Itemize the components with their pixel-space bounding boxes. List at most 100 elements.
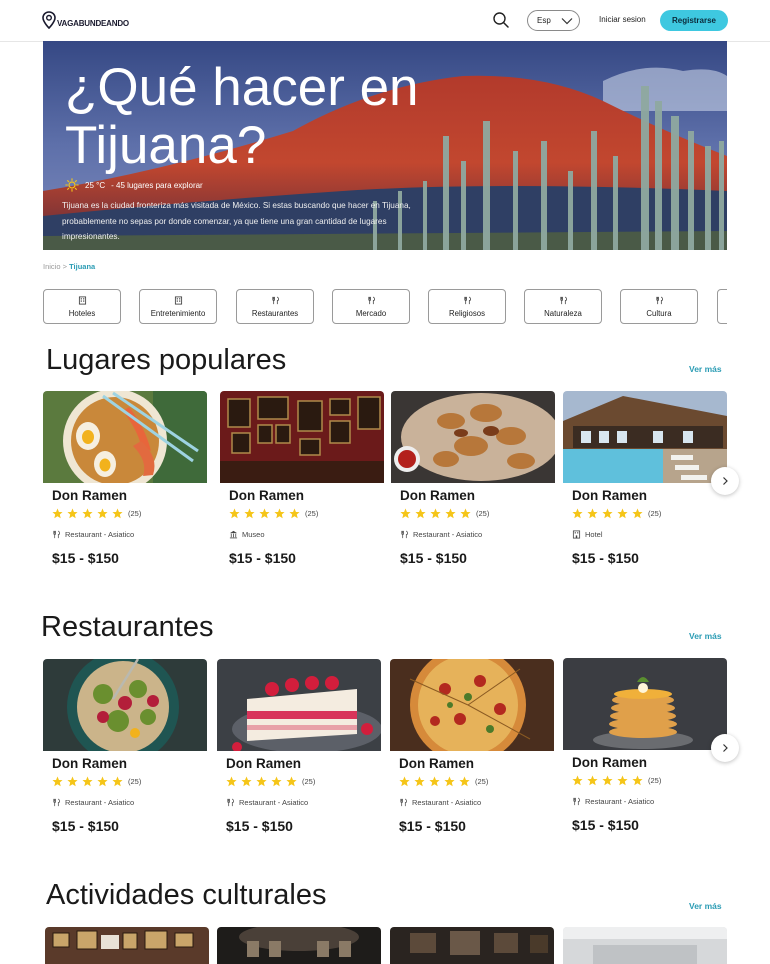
star-icon [572, 508, 583, 519]
cultural-see-more-link[interactable]: Ver más [689, 901, 722, 911]
place-name: Don Ramen [52, 488, 128, 503]
place-card[interactable]: Don Ramen (25) Restaurant - Asiatico $15… [391, 391, 555, 581]
star-icon [97, 776, 108, 787]
price-range: $15 - $150 [229, 550, 296, 566]
star-icon [632, 508, 643, 519]
logo[interactable]: VAGABUNDEANDO [42, 11, 129, 29]
hero-banner: ¿Qué hacer en Tijuana? 25 °C - 45 lugare… [43, 41, 727, 250]
pizza-image [390, 659, 554, 751]
chevron-right-icon [723, 744, 728, 752]
star-icon [112, 776, 123, 787]
place-card[interactable]: Don Ramen (25) Museo $15 - $150 [220, 391, 384, 581]
restaurant-card[interactable]: Don Ramen (25) Restaurant - Asiatico $15… [563, 658, 727, 848]
place-name: Don Ramen [400, 488, 476, 503]
category-religiosos[interactable]: Religiosos [428, 289, 506, 324]
cultural-card-image[interactable] [390, 927, 554, 964]
cake-slice-image [217, 659, 381, 751]
fork-knife-icon [271, 296, 279, 304]
category-restaurantes[interactable]: Restaurantes [236, 289, 314, 324]
hero-meta: 25 °C - 45 lugares para explorar [65, 178, 203, 192]
star-icon [82, 508, 93, 519]
fork-knife-icon [655, 296, 663, 304]
register-button[interactable]: Registrarse [660, 10, 728, 31]
restaurant-type: Restaurant - Asiatico [226, 798, 308, 807]
category-naturaleza[interactable]: Naturaleza [524, 289, 602, 324]
fork-knife-icon [401, 530, 409, 539]
star-icon [226, 776, 237, 787]
star-rating: (25) [400, 508, 489, 519]
cultural-card-image[interactable] [45, 927, 209, 964]
fork-knife-icon [559, 296, 567, 304]
star-icon [587, 775, 598, 786]
place-type-label: Restaurant - Asiatico [413, 530, 483, 539]
breadcrumb: Inicio > Tijuana [43, 262, 95, 271]
star-icon [52, 508, 63, 519]
breadcrumb-current: Tijuana [69, 262, 96, 271]
review-count: (25) [128, 509, 142, 518]
place-card[interactable]: Don Ramen (25) Hotel $15 - $150 [563, 391, 727, 581]
restaurant-card[interactable]: Don Ramen (25) Restaurant - Asiatico $15… [217, 659, 381, 849]
popular-see-more-link[interactable]: Ver más [689, 364, 722, 374]
price-range: $15 - $150 [226, 818, 293, 834]
restaurants-see-more-link[interactable]: Ver más [689, 631, 722, 641]
top-navbar: VAGABUNDEANDO Esp Iniciar sesion Registr… [0, 0, 770, 42]
star-icon [271, 776, 282, 787]
breadcrumb-home[interactable]: Inicio [43, 262, 61, 271]
star-icon [415, 508, 426, 519]
star-icon [617, 508, 628, 519]
star-rating: (25) [572, 508, 661, 519]
star-icon [572, 775, 583, 786]
price-range: $15 - $150 [572, 817, 639, 833]
breadcrumb-separator: > [62, 262, 67, 271]
star-icon [67, 508, 78, 519]
login-link[interactable]: Iniciar sesion [599, 15, 646, 24]
language-select[interactable]: Esp [527, 10, 580, 31]
place-type-label: Restaurant - Asiatico [65, 530, 135, 539]
restaurant-card[interactable]: Don Ramen (25) Restaurant - Asiatico $15… [43, 659, 207, 849]
place-card[interactable]: Don Ramen (25) Restaurant - Asiatico $15… [43, 391, 207, 581]
star-icon [67, 776, 78, 787]
restaurant-type: Restaurant - Asiatico [399, 798, 481, 807]
sun-icon [65, 178, 79, 192]
building-icon [78, 295, 86, 305]
temperature: 25 °C [85, 180, 106, 190]
place-type: Museo [229, 530, 265, 539]
chevron-down-icon [561, 17, 573, 24]
category-filter-bar: Hoteles Entretenimiento Restaurantes Mer… [43, 289, 727, 325]
star-rating: (25) [226, 776, 315, 787]
star-icon [444, 776, 455, 787]
category-partial[interactable] [717, 289, 727, 324]
review-count: (25) [648, 776, 662, 785]
salad-bowl-image [43, 659, 207, 751]
star-icon [399, 776, 410, 787]
category-mercado[interactable]: Mercado [332, 289, 410, 324]
price-range: $15 - $150 [52, 818, 119, 834]
category-entretenimiento[interactable]: Entretenimiento [139, 289, 217, 324]
restaurant-type: Restaurant - Asiatico [572, 797, 654, 806]
fork-knife-icon [573, 797, 581, 806]
star-icon [274, 508, 285, 519]
location-pin-logo-icon [42, 11, 56, 29]
star-icon [445, 508, 456, 519]
category-hoteles[interactable]: Hoteles [43, 289, 121, 324]
search-icon[interactable] [492, 11, 510, 29]
star-icon [430, 508, 441, 519]
star-rating: (25) [229, 508, 318, 519]
price-range: $15 - $150 [400, 550, 467, 566]
cultural-card-image[interactable] [217, 927, 381, 964]
restaurant-type-label: Restaurant - Asiatico [412, 798, 482, 807]
category-label: Mercado [355, 308, 387, 318]
popular-next-button[interactable] [711, 467, 739, 495]
fork-knife-icon [367, 296, 375, 304]
star-icon [602, 508, 613, 519]
cultural-card-image[interactable] [563, 927, 727, 964]
category-cultura[interactable]: Cultura [620, 289, 698, 324]
restaurant-card[interactable]: Don Ramen (25) Restaurant - Asiatico $15… [390, 659, 554, 849]
star-icon [429, 776, 440, 787]
star-icon [289, 508, 300, 519]
review-count: (25) [475, 777, 489, 786]
restaurant-type-label: Restaurant - Asiatico [65, 798, 135, 807]
restaurants-next-button[interactable] [711, 734, 739, 762]
star-icon [414, 776, 425, 787]
ramen-bowl-image [43, 391, 207, 483]
